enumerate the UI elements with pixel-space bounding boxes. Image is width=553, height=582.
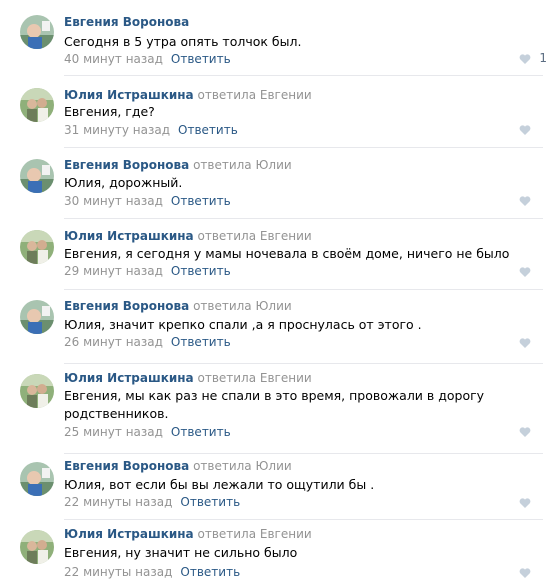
author-name[interactable]: Юлия Истрашкина xyxy=(64,527,194,541)
comment-author-line: Евгения Воронова ответила Юлии xyxy=(64,157,292,173)
heart-icon[interactable] xyxy=(519,124,531,136)
reply-button[interactable]: Ответить xyxy=(171,52,231,66)
comment-item: Евгения Воронова ответила Юлии Юлия, зна… xyxy=(0,290,553,364)
comment-author-line: Юлия Истрашкина ответила Евгении xyxy=(64,228,312,244)
avatar[interactable] xyxy=(20,530,54,564)
comment-text: Сегодня в 5 утра опять толчок был. xyxy=(64,34,302,49)
comment-meta: 30 минут назад Ответить xyxy=(64,193,231,209)
comment-meta: 25 минут назад Ответить xyxy=(64,424,231,440)
comment-meta: 40 минут назад Ответить xyxy=(64,51,231,67)
comment-item: Юлия Истрашкина ответила Евгении Евгения… xyxy=(0,219,553,290)
avatar[interactable] xyxy=(20,88,54,122)
reply-button[interactable]: Ответить xyxy=(171,194,231,208)
heart-icon[interactable] xyxy=(519,497,531,509)
reply-button[interactable]: Ответить xyxy=(180,495,240,509)
heart-icon[interactable] xyxy=(519,195,531,207)
comment-meta: 22 минуты назад Ответить xyxy=(64,494,240,510)
heart-icon[interactable] xyxy=(519,53,531,65)
comment-time[interactable]: 31 минуту назад xyxy=(64,123,170,137)
comment-text: Евгения, я сегодня у мамы ночевала в сво… xyxy=(64,246,510,261)
comment-time[interactable]: 40 минут назад xyxy=(64,52,163,66)
comment-time[interactable]: 25 минут назад xyxy=(64,425,163,439)
reply-button[interactable]: Ответить xyxy=(171,264,231,278)
comment-time[interactable]: 26 минут назад xyxy=(64,335,163,349)
reply-button[interactable]: Ответить xyxy=(180,565,240,579)
comment-item: Юлия Истрашкина ответила Евгении Евгения… xyxy=(0,520,553,582)
author-name[interactable]: Евгения Воронова xyxy=(64,158,189,172)
reply-to-label[interactable]: ответила Евгении xyxy=(197,371,311,385)
comment-author-line: Евгения Воронова xyxy=(64,14,189,30)
reply-button[interactable]: Ответить xyxy=(178,123,238,137)
comment-time[interactable]: 29 минут назад xyxy=(64,264,163,278)
reply-button[interactable]: Ответить xyxy=(171,335,231,349)
comment-item: Евгения Воронова ответила Юлии Юлия, вот… xyxy=(0,454,553,520)
author-name[interactable]: Евгения Воронова xyxy=(64,15,189,29)
like-count: 1 xyxy=(539,51,547,65)
author-name[interactable]: Евгения Воронова xyxy=(64,459,189,473)
comment-author-line: Евгения Воронова ответила Юлии xyxy=(64,298,292,314)
comment-item: Евгения Воронова Сегодня в 5 утра опять … xyxy=(0,0,553,76)
comment-time[interactable]: 30 минут назад xyxy=(64,194,163,208)
comment-text: Евгения, мы как раз не спали в это время… xyxy=(64,388,485,421)
reply-to-label[interactable]: ответила Юлии xyxy=(193,459,292,473)
reply-button[interactable]: Ответить xyxy=(171,425,231,439)
comment-time[interactable]: 22 минуты назад xyxy=(64,495,172,509)
comment-item: Юлия Истрашкина ответила Евгении Евгения… xyxy=(0,76,553,148)
comment-item: Юлия Истрашкина ответила Евгении Евгения… xyxy=(0,364,553,454)
avatar[interactable] xyxy=(20,230,54,264)
comment-meta: 22 минуты назад Ответить xyxy=(64,564,240,580)
comment-meta: 29 минут назад Ответить xyxy=(64,263,231,279)
comment-text: Юлия, значит крепко спали ,а я проснулас… xyxy=(64,317,422,332)
heart-icon[interactable] xyxy=(519,266,531,278)
comment-text: Евгения, где? xyxy=(64,104,155,119)
author-name[interactable]: Юлия Истрашкина xyxy=(64,88,194,102)
comment-feed: Евгения Воронова Сегодня в 5 утра опять … xyxy=(0,0,553,582)
comment-author-line: Евгения Воронова ответила Юлии xyxy=(64,458,292,474)
comment-meta: 26 минут назад Ответить xyxy=(64,334,231,350)
comment-author-line: Юлия Истрашкина ответила Евгении xyxy=(64,370,312,386)
heart-icon[interactable] xyxy=(519,567,531,579)
comment-text: Евгения, ну значит не сильно было xyxy=(64,545,298,560)
reply-to-label[interactable]: ответила Юлии xyxy=(193,158,292,172)
heart-icon[interactable] xyxy=(519,426,531,438)
reply-to-label[interactable]: ответила Евгении xyxy=(197,88,311,102)
comment-author-line: Юлия Истрашкина ответила Евгении xyxy=(64,87,312,103)
comment-meta: 31 минуту назад Ответить xyxy=(64,122,238,138)
reply-to-label[interactable]: ответила Юлии xyxy=(193,299,292,313)
avatar[interactable] xyxy=(20,15,54,49)
comment-item: Евгения Воронова ответила Юлии Юлия, дор… xyxy=(0,148,553,219)
comment-time[interactable]: 22 минуты назад xyxy=(64,565,172,579)
reply-to-label[interactable]: ответила Евгении xyxy=(197,229,311,243)
avatar[interactable] xyxy=(20,374,54,408)
reply-to-label[interactable]: ответила Евгении xyxy=(197,527,311,541)
comment-text: Юлия, дорожный. xyxy=(64,175,183,190)
avatar[interactable] xyxy=(20,159,54,193)
comment-text: Юлия, вот если бы вы лежали то ощутили б… xyxy=(64,477,375,492)
author-name[interactable]: Евгения Воронова xyxy=(64,299,189,313)
comment-author-line: Юлия Истрашкина ответила Евгении xyxy=(64,526,312,542)
avatar[interactable] xyxy=(20,462,54,496)
avatar[interactable] xyxy=(20,300,54,334)
heart-icon[interactable] xyxy=(519,337,531,349)
author-name[interactable]: Юлия Истрашкина xyxy=(64,229,194,243)
author-name[interactable]: Юлия Истрашкина xyxy=(64,371,194,385)
